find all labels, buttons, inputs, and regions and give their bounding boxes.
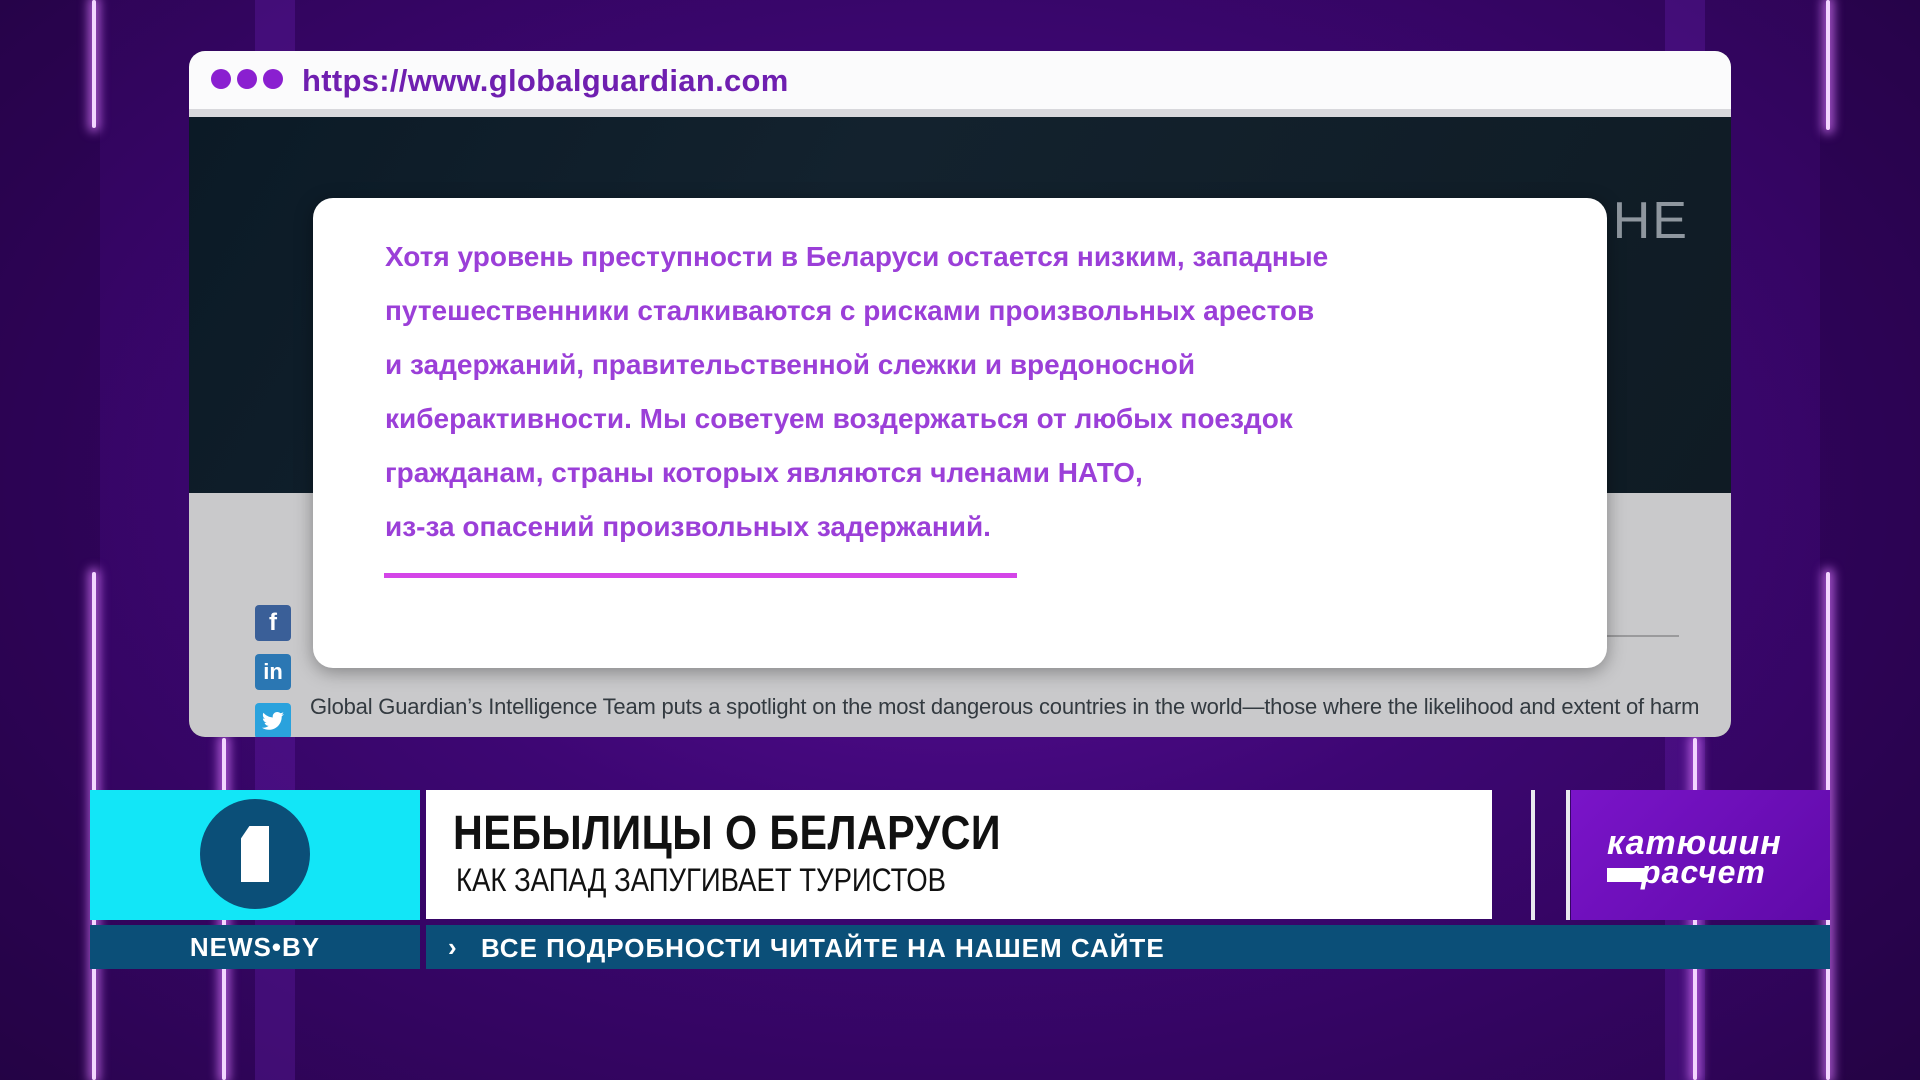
headline-box: НЕБЫЛИЦЫ О БЕЛАРУСИ КАК ЗАПАД ЗАПУГИВАЕТ… (426, 790, 1492, 919)
window-dot-icon (211, 69, 231, 89)
linkedin-icon[interactable]: in (255, 654, 291, 690)
twitter-icon[interactable] (255, 703, 291, 737)
neon-light (92, 0, 96, 128)
channel-website: NEWS•BY (90, 925, 420, 969)
quote-line: Хотя уровень преступности в Беларуси ост… (385, 241, 1329, 272)
quote-card: Хотя уровень преступности в Беларуси ост… (313, 198, 1607, 668)
hero-heading-fragment: НЕ (1612, 192, 1689, 250)
address-bar[interactable]: https://www.globalguardian.com (189, 51, 1731, 117)
channel-logo-box (90, 790, 420, 920)
background-stripe (0, 0, 100, 1080)
quote-line: путешественники сталкиваются с рисками п… (385, 295, 1315, 326)
quote-line: гражданам, страны которых являются члена… (385, 457, 1143, 488)
channel-one-logo-icon (200, 799, 310, 909)
article-intro-text: Global Guardian’s Intelligence Team puts… (310, 694, 1700, 719)
background-stripe (1820, 0, 1920, 1080)
quote-text: Хотя уровень преступности в Беларуси ост… (385, 230, 1565, 554)
chevron-right-icon: › (448, 932, 457, 962)
separator (1566, 790, 1570, 920)
quote-line: из-за опасений произвольных задержаний. (385, 511, 991, 542)
window-dot-icon (263, 69, 283, 89)
show-logo: катюшин расчет (1571, 790, 1830, 920)
quote-underline (384, 573, 1017, 578)
separator (1531, 790, 1535, 920)
ticker-text: ВСЕ ПОДРОБНОСТИ ЧИТАЙТЕ НА НАШЕМ САЙТЕ (481, 933, 1165, 963)
neon-light (1826, 0, 1830, 130)
news-ticker: › ВСЕ ПОДРОБНОСТИ ЧИТАЙТЕ НА НАШЕМ САЙТЕ (426, 925, 1830, 969)
channel-one-glyph (241, 826, 269, 882)
window-dot-icon (237, 69, 257, 89)
show-logo-line2: расчет (1641, 854, 1766, 890)
quote-line: и задержаний, правительственной слежки и… (385, 349, 1196, 380)
facebook-icon[interactable]: f (255, 605, 291, 641)
window-controls (211, 69, 283, 89)
headline-subtitle: КАК ЗАПАД ЗАПУГИВАЕТ ТУРИСТОВ (456, 862, 947, 898)
headline-title: НЕБЫЛИЦЫ О БЕЛАРУСИ (453, 807, 1001, 860)
url-text[interactable]: https://www.globalguardian.com (302, 63, 789, 99)
quote-line: кибер­активности. Мы советуем воздержать… (385, 403, 1293, 434)
